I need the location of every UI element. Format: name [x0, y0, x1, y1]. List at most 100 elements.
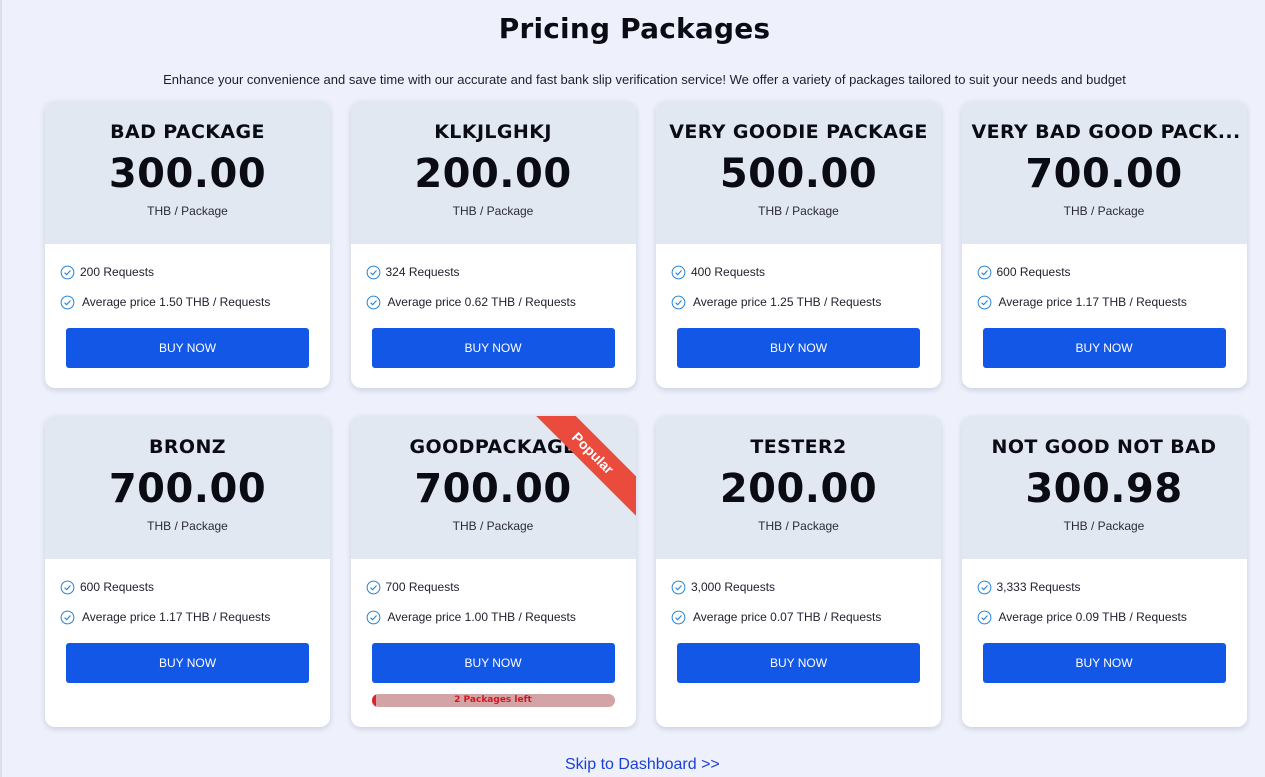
check-circle-icon [977, 610, 991, 624]
package-unit: THB / Package [1063, 519, 1145, 533]
check-circle-icon [977, 265, 991, 279]
package-name: VERY BAD GOOD PACK... [971, 121, 1241, 143]
check-circle-icon [671, 580, 686, 594]
package-header: VERY BAD GOOD PACK... 700.00 THB / Packa… [961, 101, 1247, 244]
feature-requests: 200 Requests [60, 264, 330, 280]
feature-requests: 3,000 Requests [671, 579, 941, 595]
package-price: 300.00 [108, 151, 267, 197]
feature-requests: 324 Requests [366, 264, 636, 280]
buy-now-button[interactable]: BUY NOW [677, 328, 920, 368]
ribbon-label: Popular [535, 416, 636, 516]
buy-now-button[interactable]: BUY NOW [982, 643, 1226, 683]
package-features: 600 Requests Average price 1.17 THB / Re… [45, 559, 330, 625]
feature-text: 600 Requests [80, 580, 155, 594]
package-unit: THB / Package [452, 204, 534, 218]
check-circle-icon [366, 610, 380, 624]
feature-average: Average price 1.25 THB / Requests [671, 294, 941, 310]
feature-text: Average price 1.50 THB / Requests [82, 295, 271, 309]
check-circle-icon [671, 610, 686, 624]
package-features: 400 Requests Average price 1.25 THB / Re… [656, 244, 941, 310]
check-circle-icon [366, 580, 380, 594]
package-features: 700 Requests Average price 1.00 THB / Re… [351, 559, 636, 625]
stock-left-text: 2 Packages left [454, 695, 532, 705]
package-header: TESTER2 200.00 THB / Package [656, 416, 941, 559]
package-price: 700.00 [1025, 151, 1183, 197]
package-grid: BAD PACKAGE 300.00 THB / Package 200 Req… [45, 101, 1247, 727]
package-name: TESTER2 [750, 436, 847, 458]
check-circle-icon [366, 295, 380, 309]
feature-text: Average price 1.25 THB / Requests [693, 295, 882, 309]
package-card: VERY BAD GOOD PACK... 700.00 THB / Packa… [961, 101, 1247, 388]
popular-ribbon: Popular [535, 416, 636, 516]
check-circle-icon [977, 295, 991, 309]
check-circle-icon [60, 580, 75, 594]
feature-text: 400 Requests [691, 265, 766, 279]
package-card: VERY GOODIE PACKAGE 500.00 THB / Package… [656, 101, 941, 388]
buy-now-button[interactable]: BUY NOW [66, 643, 309, 683]
check-circle-icon [60, 610, 75, 624]
feature-text: Average price 1.17 THB / Requests [998, 295, 1187, 309]
package-header: KLKJLGHKJ 200.00 THB / Package [350, 101, 636, 244]
package-price: 300.98 [1025, 466, 1183, 512]
buy-now-button[interactable]: BUY NOW [371, 643, 615, 683]
package-price: 200.00 [719, 466, 878, 512]
buy-now-button[interactable]: BUY NOW [677, 643, 920, 683]
buy-now-button[interactable]: BUY NOW [66, 328, 309, 368]
feature-average: Average price 0.09 THB / Requests [977, 609, 1247, 625]
buy-now-button[interactable]: BUY NOW [371, 328, 615, 368]
stock-progress-bar: 2 Packages left [371, 694, 615, 707]
feature-text: 600 Requests [996, 265, 1071, 279]
package-card: KLKJLGHKJ 200.00 THB / Package 324 Reque… [350, 101, 636, 388]
package-card: TESTER2 200.00 THB / Package 3,000 Reque… [656, 416, 941, 727]
feature-requests: 3,333 Requests [977, 579, 1247, 595]
feature-text: 200 Requests [80, 265, 155, 279]
package-features: 600 Requests Average price 1.17 THB / Re… [962, 244, 1247, 310]
feature-requests: 600 Requests [977, 264, 1247, 280]
package-card: BAD PACKAGE 300.00 THB / Package 200 Req… [45, 101, 330, 388]
feature-text: Average price 1.00 THB / Requests [387, 610, 576, 624]
feature-requests: 400 Requests [671, 264, 941, 280]
check-circle-icon [977, 580, 991, 594]
feature-average: Average price 1.50 THB / Requests [60, 294, 330, 310]
package-header: VERY GOODIE PACKAGE 500.00 THB / Package [656, 101, 941, 244]
check-circle-icon [60, 265, 75, 279]
package-unit: THB / Package [147, 204, 228, 218]
package-name: NOT GOOD NOT BAD [991, 436, 1217, 458]
package-unit: THB / Package [452, 519, 534, 533]
feature-average: Average price 1.17 THB / Requests [977, 294, 1247, 310]
pricing-page: Pricing Packages Enhance your convenienc… [0, 0, 1265, 777]
package-unit: THB / Package [1063, 204, 1145, 218]
page-title: Pricing Packages [498, 12, 771, 45]
check-circle-icon [671, 265, 686, 279]
feature-text: Average price 0.07 THB / Requests [693, 610, 882, 624]
package-unit: THB / Package [758, 204, 839, 218]
package-features: 3,333 Requests Average price 0.09 THB / … [962, 559, 1247, 625]
feature-text: 3,333 Requests [996, 580, 1081, 594]
package-features: 3,000 Requests Average price 0.07 THB / … [656, 559, 941, 625]
feature-text: 324 Requests [385, 265, 460, 279]
feature-text: Average price 0.62 THB / Requests [387, 295, 576, 309]
package-features: 324 Requests Average price 0.62 THB / Re… [351, 244, 636, 310]
feature-average: Average price 1.17 THB / Requests [60, 609, 330, 625]
package-price: 500.00 [719, 151, 878, 197]
package-unit: THB / Package [758, 519, 839, 533]
feature-requests: 600 Requests [60, 579, 330, 595]
buy-now-button[interactable]: BUY NOW [982, 328, 1226, 368]
package-unit: THB / Package [147, 519, 228, 533]
package-header: BAD PACKAGE 300.00 THB / Package [45, 101, 330, 244]
feature-text: Average price 1.17 THB / Requests [82, 610, 271, 624]
check-circle-icon [366, 265, 380, 279]
feature-text: Average price 0.09 THB / Requests [998, 610, 1187, 624]
feature-average: Average price 1.00 THB / Requests [366, 609, 636, 625]
skip-to-dashboard-link[interactable]: Skip to Dashboard >> [565, 756, 720, 774]
package-price: 200.00 [414, 151, 572, 197]
check-circle-icon [60, 295, 75, 309]
feature-text: 3,000 Requests [691, 580, 776, 594]
feature-requests: 700 Requests [366, 579, 636, 595]
feature-text: 700 Requests [385, 580, 460, 594]
package-card: GOODPACKAGE 700.00 THB / Package Popular… [350, 416, 636, 727]
feature-average: Average price 0.62 THB / Requests [366, 294, 636, 310]
package-price: 700.00 [108, 466, 267, 512]
package-header: NOT GOOD NOT BAD 300.98 THB / Package [961, 416, 1247, 559]
package-card: NOT GOOD NOT BAD 300.98 THB / Package 3,… [961, 416, 1247, 727]
